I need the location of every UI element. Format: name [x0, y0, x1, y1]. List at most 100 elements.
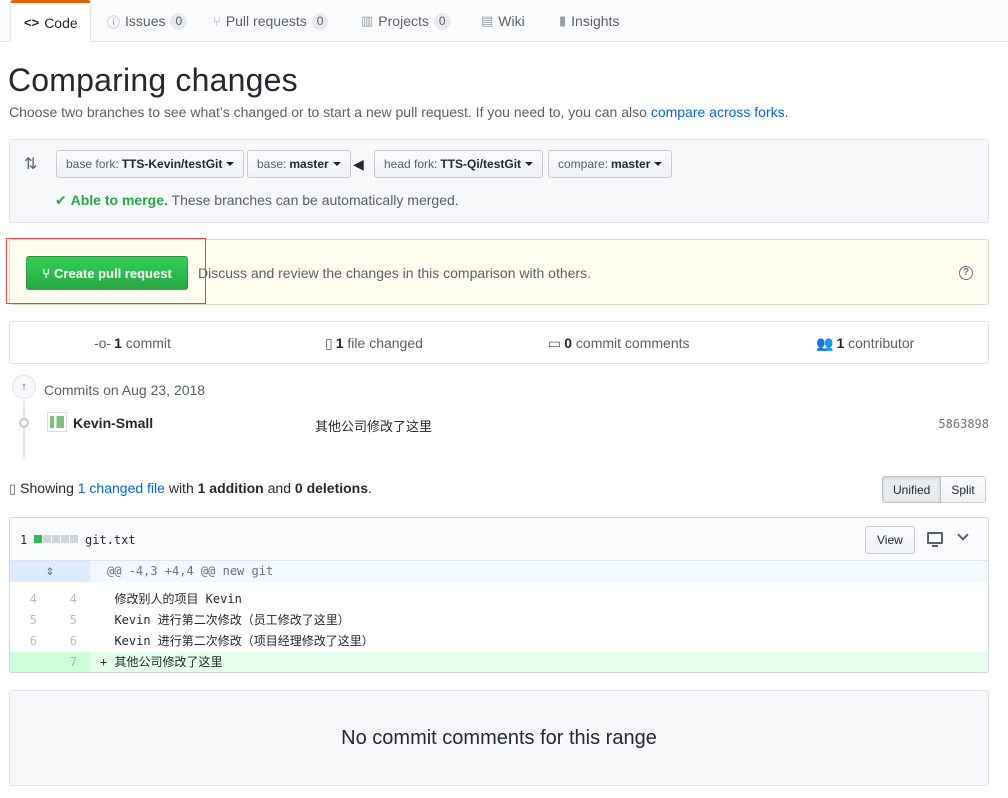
new-line-number[interactable]: 7	[50, 652, 90, 672]
create-pr-box: ⑂ Create pull request Discuss and review…	[9, 239, 989, 305]
page-title: Comparing changes	[8, 62, 298, 98]
head-fork-value: TTS-Qi/testGit	[440, 157, 522, 171]
expand-icon[interactable]: ⇕	[10, 561, 90, 582]
chevron-down-icon[interactable]	[957, 529, 969, 541]
people-icon: 👥	[816, 335, 834, 351]
compare-across-forks-link[interactable]: compare across forks	[651, 104, 785, 120]
summary-files[interactable]: ▯ 1 file changed	[325, 335, 423, 352]
base-fork-value: TTS-Kevin/testGit	[121, 157, 223, 171]
page-subtitle: Choose two branches to see what’s change…	[9, 104, 789, 120]
tab-label: Projects	[378, 13, 429, 29]
base-label: base:	[257, 157, 287, 171]
pull-requests-counter: 0	[311, 12, 329, 30]
diff-summary: ▯ Showing 1 changed file with 1 addition …	[9, 480, 372, 497]
repo-push-icon: ↑	[12, 375, 36, 399]
tab-label: Issues	[125, 13, 166, 29]
projects-counter: 0	[433, 12, 451, 30]
pull-request-icon: ⑂	[42, 265, 51, 281]
issue-icon: ⓘ	[107, 14, 121, 30]
old-line-number[interactable]: 6	[10, 631, 50, 652]
line-code: + 其他公司修改了这里	[100, 655, 223, 669]
compare-value: master	[611, 157, 651, 171]
new-line-number[interactable]: 5	[50, 610, 90, 631]
commit-dot-icon	[19, 418, 29, 428]
summary-end: .	[368, 480, 372, 496]
project-icon: ▥	[361, 13, 374, 28]
commits-count: 1	[114, 335, 122, 351]
caret-down-icon	[525, 162, 534, 166]
tab-label: Pull requests	[225, 13, 307, 29]
changed-files-link[interactable]: 1 changed file	[78, 480, 165, 496]
file-name[interactable]: git.txt	[85, 533, 136, 547]
files-label: file changed	[343, 335, 423, 351]
line-code: Kevin 进行第二次修改（员工修改了这里）	[100, 613, 350, 627]
hunk-header: @@ -4,3 +4,4 @@ new git	[107, 564, 274, 578]
comments-count: 0	[564, 335, 573, 351]
diffstat-add-block	[34, 535, 42, 543]
tab-issues[interactable]: ⓘ Issues 0	[107, 0, 188, 42]
tab-wiki[interactable]: ▤ Wiki	[481, 0, 525, 42]
subtitle-text: Choose two branches to see what’s change…	[9, 104, 651, 120]
additions-count: 1 addition	[197, 480, 264, 496]
question-icon[interactable]: ?	[959, 266, 973, 280]
view-file-button[interactable]: View	[865, 526, 915, 554]
files-count: 1	[335, 335, 344, 351]
base-fork-select[interactable]: base fork: TTS-Kevin/testGit	[56, 150, 245, 178]
file-header: 1 git.txt View	[10, 518, 988, 561]
tab-label: Insights	[571, 13, 620, 29]
create-pull-request-button[interactable]: ⑂ Create pull request	[26, 256, 188, 290]
split-button[interactable]: Split	[941, 476, 986, 503]
create-pr-text: Discuss and review the changes in this c…	[198, 265, 591, 281]
line-code: 修改别人的项目 Kevin	[100, 592, 242, 606]
tab-pull-requests[interactable]: ⑂ Pull requests 0	[213, 0, 329, 42]
file-change-count: 1	[20, 533, 28, 547]
head-fork-label: head fork:	[384, 157, 438, 171]
commit-group-title: Commits on Aug 23, 2018	[44, 382, 206, 398]
subtitle-end: .	[784, 104, 789, 120]
range-editor: ⇅ base fork: TTS-Kevin/testGit base: maste…	[9, 139, 989, 223]
base-fork-label: base fork:	[66, 157, 119, 171]
head-fork-select[interactable]: head fork: TTS-Qi/testGit	[374, 150, 544, 178]
new-line-number[interactable]: 6	[50, 631, 90, 652]
showing-prefix: Showing	[20, 480, 78, 496]
new-line-number[interactable]: 4	[50, 589, 90, 610]
git-compare-icon: ⇅	[24, 156, 38, 173]
pull-request-icon: ⑂	[213, 13, 221, 29]
compare-label: compare:	[558, 157, 609, 171]
base-branch-select[interactable]: base: master	[247, 150, 351, 178]
tab-code[interactable]: <> Code	[10, 0, 91, 43]
no-comments-heading: No commit comments for this range	[341, 727, 657, 749]
code-icon: <>	[24, 15, 40, 30]
compare-branch-select[interactable]: compare: master	[548, 150, 673, 178]
tab-insights[interactable]: ▮ Insights	[559, 0, 619, 42]
commit-group: ↑ Commits on Aug 23, 2018 Kevin-Small 其他…	[9, 375, 989, 465]
comparison-summary: -o- 1 commit ▯ 1 file changed ▭ 0 commit co…	[9, 321, 989, 364]
old-line-number[interactable]: 5	[10, 610, 50, 631]
graph-icon: ▮	[559, 13, 567, 28]
line-code: Kevin 进行第二次修改（项目经理修改了这里）	[100, 634, 374, 648]
old-line-number[interactable]	[10, 652, 50, 672]
merge-status: ✔ Able to merge. These branches can be a…	[55, 192, 459, 209]
merge-status-label: Able to merge.	[70, 192, 168, 208]
tab-projects[interactable]: ▥ Projects 0	[361, 0, 451, 42]
check-icon: ✔	[55, 192, 67, 208]
avatar[interactable]	[47, 412, 67, 432]
caret-down-icon	[654, 162, 663, 166]
comments-label: commit comments	[572, 335, 690, 351]
caret-down-icon	[332, 162, 341, 166]
diffstat-blocks	[34, 535, 78, 543]
summary-commits[interactable]: -o- 1 commit	[94, 335, 171, 351]
summary-comments[interactable]: ▭ 0 commit comments	[548, 335, 690, 352]
file-diff: 1 git.txt View ⇕ @@ -4,3 +4,4 @@ new git…	[9, 517, 989, 673]
with-text: with	[164, 480, 198, 496]
diff-line: 5 5 Kevin 进行第二次修改（员工修改了这里）	[10, 610, 988, 631]
old-line-number[interactable]: 4	[10, 589, 50, 610]
commit-message[interactable]: 其他公司修改了这里	[315, 416, 432, 435]
unified-button[interactable]: Unified	[882, 476, 942, 503]
summary-contributors[interactable]: 👥 1 contributor	[816, 335, 914, 352]
file-icon: ▯	[9, 481, 17, 496]
commit-author[interactable]: Kevin-Small	[73, 415, 153, 431]
commit-sha[interactable]: 5863898	[938, 417, 989, 431]
desktop-icon[interactable]	[927, 532, 943, 547]
diffstat-neutral-block	[61, 535, 69, 543]
